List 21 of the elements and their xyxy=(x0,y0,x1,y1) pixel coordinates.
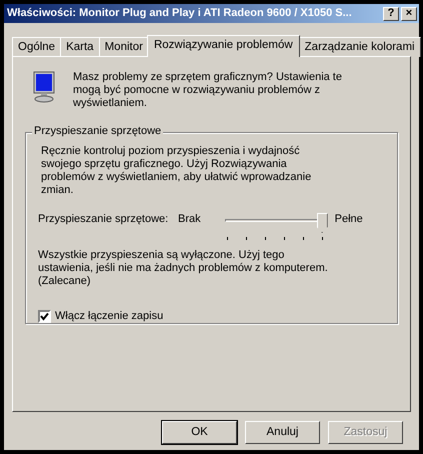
tab[interactable]: Monitor xyxy=(98,37,149,57)
intro-text: Masz problemy ze sprzętem graficznym? Ustawienia te mogą być pomocne w rozwiązywaniu problemów z wyświetlaniem. xyxy=(73,71,343,110)
tab[interactable]: Rozwiązywanie problemów xyxy=(146,35,300,57)
tab[interactable]: Ogólne xyxy=(12,37,62,57)
max-label: Pełne xyxy=(334,213,363,226)
status-text: Wszystkie przyspieszenia są wyłączone. Użyj tego ustawienia, jeśli nie ma żadnych problemów z komputerem. (Zalecane) xyxy=(38,249,329,288)
slider-thumb[interactable] xyxy=(316,213,328,233)
dialog-button[interactable]: Anuluj xyxy=(245,421,320,444)
tab[interactable]: Karta xyxy=(60,37,100,57)
dialog-button[interactable]: OK xyxy=(162,421,237,444)
monitor-icon xyxy=(33,71,55,103)
group-title: Przyspieszanie sprzętowe xyxy=(32,125,164,138)
min-label: Brak xyxy=(178,213,201,226)
checkbox-label-row[interactable]: Włącz łączenie zapisu xyxy=(38,310,387,323)
close-button[interactable]: × xyxy=(401,6,417,20)
checkbox[interactable] xyxy=(38,310,51,323)
tab[interactable]: Zarządzanie kolorami xyxy=(298,37,421,57)
help-button[interactable]: ? xyxy=(383,6,399,20)
description-text: Ręcznie kontroluj poziom przyspieszenia i wydajność swojego sprzętu graficznego. Użyj Rozwiązywania problemów z wyświetlaniem, aby ułatwić wprowadzanie zmian. xyxy=(40,145,312,197)
window-title: Właściwości: Monitor Plug and Play i ATI Radeon 9600 / X1050 S... xyxy=(7,7,353,20)
slider-label: Przyspieszanie sprzętowe: xyxy=(38,213,170,226)
